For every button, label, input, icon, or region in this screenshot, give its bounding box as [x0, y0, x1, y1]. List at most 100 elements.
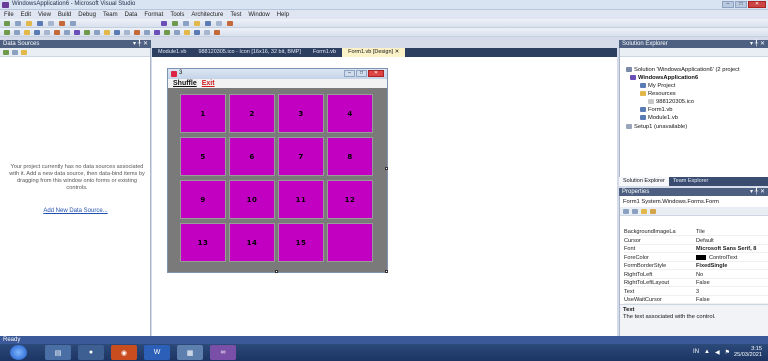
tree-node[interactable]: Solution 'WindowsApplication6' (2 projec…: [626, 67, 740, 74]
resize-handle-bottom[interactable]: [275, 270, 278, 273]
language-indicator[interactable]: IN: [693, 349, 699, 356]
tree-node[interactable]: My Project: [640, 83, 675, 90]
layout-tool-icon[interactable]: [94, 30, 100, 35]
layout-tool-icon[interactable]: [114, 30, 120, 35]
property-object-selector[interactable]: Form1 System.Windows.Forms.Form: [623, 199, 719, 205]
tab-team-explorer[interactable]: Team Explorer: [669, 177, 712, 186]
close-button[interactable]: ✕: [748, 1, 766, 8]
panel-pin-icon[interactable]: ▾ ╀ ✕: [750, 188, 765, 196]
form-minimize-button[interactable]: –: [344, 70, 355, 77]
tab-solution-explorer[interactable]: Solution Explorer: [619, 177, 669, 186]
layout-tool-icon[interactable]: [24, 30, 30, 35]
document-tab[interactable]: Form1.vb: [307, 48, 342, 57]
layout-tool-icon[interactable]: [164, 30, 170, 35]
puzzle-tile-4[interactable]: 4: [327, 94, 373, 133]
add-new-data-source-link[interactable]: Add New Data Source...: [0, 208, 151, 214]
firefox-taskbar-icon[interactable]: ◉: [111, 345, 137, 360]
network-icon[interactable]: ▲: [704, 349, 710, 356]
puzzle-tile-2[interactable]: 2: [229, 94, 275, 133]
menu-item-architecture[interactable]: Architecture: [191, 12, 223, 18]
menu-item-build[interactable]: Build: [58, 12, 71, 18]
puzzle-tile-11[interactable]: 11: [278, 180, 324, 219]
cut-icon[interactable]: [48, 21, 54, 26]
property-row[interactable]: RightToLeft No: [624, 271, 768, 279]
file-explorer-taskbar-icon[interactable]: ▤: [45, 345, 71, 360]
tree-node[interactable]: WindowsApplication6: [630, 75, 698, 82]
tree-node[interactable]: Setup1 (unavailable): [626, 124, 687, 131]
property-value[interactable]: FixedSingle: [696, 262, 768, 269]
property-row[interactable]: Font Microsoft Sans Serif, 8: [624, 245, 768, 253]
puzzle-tile-9[interactable]: 9: [180, 180, 226, 219]
open-icon[interactable]: [15, 21, 21, 26]
layout-tool-icon[interactable]: [14, 30, 20, 35]
menu-item-view[interactable]: View: [38, 12, 51, 18]
document-tab[interactable]: 988120305.ico - Icon [16x16, 32 bit, BMP…: [192, 48, 306, 57]
layout-tool-icon[interactable]: [74, 30, 80, 35]
puzzle-tile-14[interactable]: 14: [229, 223, 275, 262]
window-taskbar-icon[interactable]: ▦: [177, 345, 203, 360]
layout-tool-icon[interactable]: [184, 30, 190, 35]
layout-tool-icon[interactable]: [54, 30, 60, 35]
puzzle-tile-3[interactable]: 3: [278, 94, 324, 133]
puzzle-tile-12[interactable]: 12: [327, 180, 373, 219]
property-row[interactable]: UseWaitCursor False: [624, 296, 768, 304]
menu-item-help[interactable]: Help: [277, 12, 289, 18]
puzzle-tile-6[interactable]: 6: [229, 137, 275, 176]
redo-icon[interactable]: [172, 21, 178, 26]
property-value[interactable]: False: [696, 296, 768, 303]
property-value[interactable]: False: [696, 279, 768, 286]
tree-node[interactable]: 988120305.ico: [648, 99, 694, 106]
refresh-icon[interactable]: [21, 50, 27, 55]
menu-item-team[interactable]: Team: [103, 12, 118, 18]
property-value[interactable]: Tile: [696, 228, 768, 235]
find-icon[interactable]: [194, 21, 200, 26]
resize-handle-right[interactable]: [385, 167, 388, 170]
layout-tool-icon[interactable]: [134, 30, 140, 35]
alphabetical-icon[interactable]: [632, 209, 638, 214]
property-value[interactable]: ControlText: [696, 254, 768, 261]
new-project-icon[interactable]: [4, 21, 10, 26]
menu-item-format[interactable]: Format: [144, 12, 163, 18]
puzzle-tile-empty[interactable]: [327, 223, 373, 262]
menu-item-tools[interactable]: Tools: [170, 12, 184, 18]
property-row[interactable]: Cursor Default: [624, 237, 768, 245]
copy-icon[interactable]: [59, 21, 65, 26]
paste-icon[interactable]: [70, 21, 76, 26]
puzzle-tile-1[interactable]: 1: [180, 94, 226, 133]
panel-pin-icon[interactable]: ▾ ╀ ✕: [750, 40, 765, 48]
undo-icon[interactable]: [161, 21, 167, 26]
layout-tool-icon[interactable]: [124, 30, 130, 35]
categorized-icon[interactable]: [623, 209, 629, 214]
layout-tool-icon[interactable]: [194, 30, 200, 35]
properties-icon[interactable]: [216, 21, 222, 26]
form-maximize-button[interactable]: □: [356, 70, 367, 77]
edit-dataset-icon[interactable]: [12, 50, 18, 55]
menu-item-edit[interactable]: Edit: [21, 12, 31, 18]
tree-node[interactable]: Resources: [640, 91, 676, 98]
events-icon[interactable]: [650, 209, 656, 214]
shuffle-menu-item[interactable]: Shuffle: [173, 80, 197, 87]
property-value[interactable]: Microsoft Sans Serif, 8: [696, 245, 768, 252]
menu-item-debug[interactable]: Debug: [78, 12, 96, 18]
maximize-button[interactable]: □: [735, 1, 747, 8]
start-debug-icon[interactable]: [183, 21, 189, 26]
property-row[interactable]: FormBorderStyle FixedSingle: [624, 262, 768, 270]
property-value[interactable]: No: [696, 271, 768, 278]
layout-tool-icon[interactable]: [44, 30, 50, 35]
form1-window[interactable]: 3 – □ ✕ Shuffle Exit 1 2 3 4 5 6 7 8 9 10 11 12 13 14…: [167, 68, 388, 273]
chrome-taskbar-icon[interactable]: ●: [78, 345, 104, 360]
property-row[interactable]: ForeColor ControlText: [624, 254, 768, 262]
layout-tool-icon[interactable]: [64, 30, 70, 35]
puzzle-tile-10[interactable]: 10: [229, 180, 275, 219]
tree-node[interactable]: Module1.vb: [640, 115, 678, 122]
layout-tool-icon[interactable]: [4, 30, 10, 35]
puzzle-tile-7[interactable]: 7: [278, 137, 324, 176]
property-row[interactable]: RightToLeftLayout False: [624, 279, 768, 287]
layout-tool-icon[interactable]: [204, 30, 210, 35]
layout-tool-icon[interactable]: [104, 30, 110, 35]
word-taskbar-icon[interactable]: W: [144, 345, 170, 360]
menu-item-data[interactable]: Data: [125, 12, 138, 18]
layout-tool-icon[interactable]: [34, 30, 40, 35]
menu-item-file[interactable]: File: [4, 12, 14, 18]
puzzle-tile-13[interactable]: 13: [180, 223, 226, 262]
